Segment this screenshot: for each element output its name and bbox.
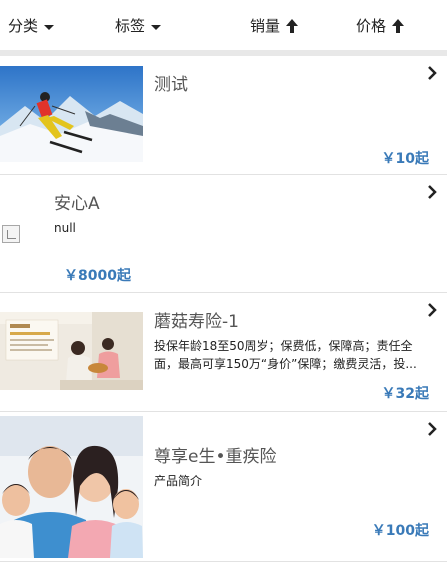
chevron-right-icon <box>428 185 437 199</box>
product-description: null <box>54 221 76 235</box>
product-description: 投保年龄18至50周岁；保费低，保障高；责任全面，最高可享150万“身价”保障；… <box>154 339 417 371</box>
product-item[interactable]: 尊享e生•重疾险 产品简介 ￥100起 <box>0 412 447 562</box>
chevron-right-icon <box>428 303 437 317</box>
sales-sort[interactable]: 销量 <box>250 16 299 36</box>
broken-image-icon <box>2 225 20 243</box>
sales-sort-label: 销量 <box>250 17 281 35</box>
arrow-up-icon <box>392 19 405 33</box>
product-title: 尊享e生•重疾险 <box>154 447 277 467</box>
product-image-skier <box>0 66 143 162</box>
tags-filter-label: 标签 <box>115 17 146 35</box>
category-filter-label: 分类 <box>8 17 39 35</box>
product-item[interactable]: 安心A null ￥8000起 <box>0 175 447 293</box>
product-price: ￥8000起 <box>64 268 131 284</box>
product-item[interactable]: 蘑菇寿险-1 投保年龄18至50周岁；保费低，保障高；责任全面，最高可享150万… <box>0 293 447 412</box>
product-price: ￥10起 <box>381 151 429 167</box>
arrow-up-icon <box>286 19 299 33</box>
product-price: ￥100起 <box>371 523 429 539</box>
product-image-family-promo <box>0 312 143 390</box>
product-price: ￥32起 <box>381 386 429 402</box>
chevron-right-icon <box>428 422 437 436</box>
caret-down-icon <box>44 24 55 30</box>
filter-bar: 分类 标签 销量 价格 <box>0 0 447 50</box>
product-title: 蘑菇寿险-1 <box>154 312 239 332</box>
product-image-family-photo <box>0 416 143 558</box>
category-filter[interactable]: 分类 <box>8 16 55 36</box>
product-item[interactable]: 测试 ￥10起 <box>0 56 447 175</box>
tags-filter[interactable]: 标签 <box>115 16 162 36</box>
chevron-right-icon <box>428 66 437 80</box>
product-title: 安心A <box>54 194 100 214</box>
product-description: 产品简介 <box>154 474 203 488</box>
price-sort-label: 价格 <box>356 17 387 35</box>
caret-down-icon <box>151 24 162 30</box>
price-sort[interactable]: 价格 <box>356 16 405 36</box>
product-title: 测试 <box>154 75 188 95</box>
